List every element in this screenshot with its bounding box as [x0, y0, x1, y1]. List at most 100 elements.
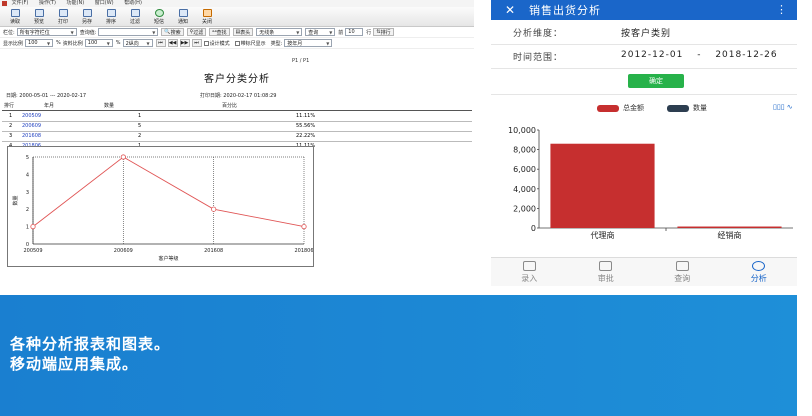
y-tick-label: 6,000 — [513, 165, 536, 174]
data-scale-select[interactable]: 100 ▼ — [84, 39, 113, 47]
tab-entry[interactable]: 录入 — [491, 258, 568, 286]
range-separator: - — [697, 50, 702, 60]
y-tick-label: 3 — [26, 190, 29, 196]
tab-approve[interactable]: 审批 — [568, 258, 645, 286]
next-page-button[interactable]: ▶▶ — [179, 39, 190, 47]
display-row: 显示比例 100 ▼ % 资料比例 100 ▼ % 2纵向 ▼ ⏮ ◀◀ ▶▶ ⏭ 设… — [0, 38, 474, 49]
legend-swatch — [597, 104, 619, 112]
query-input[interactable]: ▼ — [98, 28, 159, 36]
screenshot-root: 文件(F) 操作(T) 功能(N) 窗口(W) 帮助(H) 读取 预览 打印 另… — [0, 0, 812, 416]
search-icon — [752, 260, 766, 271]
y-tick-label: 2 — [26, 207, 29, 213]
y-tick-label: 5 — [26, 155, 29, 161]
search-button[interactable]: 🔍 搜索 — [161, 28, 184, 36]
legend-item-total[interactable]: 总金额 — [597, 103, 644, 113]
x-axis-label: 客户等级 — [158, 255, 178, 262]
sort-button[interactable]: 排序 — [99, 7, 123, 27]
save-as-button[interactable]: 另存 — [75, 7, 99, 27]
bar-chart: 0 2,000 4,000 6,000 8,000 10,000 代理商 经销商 — [508, 126, 793, 240]
tab-query[interactable]: 查询 — [644, 258, 721, 286]
chevron-down-icon: ▼ — [152, 29, 156, 35]
filter-button[interactable]: 过滤 — [123, 7, 147, 27]
rank-button[interactable]: ⇅ 排行 — [373, 28, 394, 36]
sms-button[interactable]: 短信 — [147, 7, 171, 27]
chevron-down-icon: ▼ — [296, 29, 300, 35]
data-scale-label: 资料比例 — [62, 40, 83, 47]
scale-select[interactable]: 100 ▼ — [25, 39, 54, 47]
document-icon — [675, 260, 689, 271]
find-button[interactable]: ⚯ 查找 — [209, 28, 230, 36]
menu-bar: 文件(F) 操作(T) 功能(N) 窗口(W) 帮助(H) — [0, 0, 474, 7]
orientation-select[interactable]: 2纵向 ▼ — [122, 39, 153, 47]
y-tick-label: 10,000 — [508, 126, 536, 135]
menu-file[interactable]: 文件(F) — [12, 0, 29, 6]
read-icon — [10, 9, 20, 17]
print-button[interactable]: 打印 — [51, 7, 75, 27]
mobile-title: 销售出货分析 — [529, 4, 601, 17]
tab-analysis[interactable]: 分析 — [721, 258, 798, 286]
menu-function[interactable]: 功能(N) — [67, 0, 85, 6]
menu-operate[interactable]: 操作(T) — [39, 0, 56, 6]
chevron-down-icon: ▼ — [329, 29, 333, 35]
type-select[interactable]: 按年月 ▼ — [284, 39, 333, 47]
mobile-header: ✕ 销售出货分析 ⋮ — [491, 0, 797, 20]
chevron-down-icon: ▼ — [46, 40, 51, 46]
y-tick-label: 2,000 — [513, 204, 536, 213]
chart-type-toggle-icon[interactable]: ▯▯▯ ∿ — [773, 103, 793, 111]
table-row[interactable]: 3 201608 2 22.22% — [0, 132, 474, 141]
date-to: 2020-02-17 — [56, 93, 87, 99]
top-n-label: 前 — [338, 29, 344, 36]
header-divider — [2, 110, 472, 111]
close-button[interactable]: 关闭 — [195, 7, 219, 27]
legend-label: 总金额 — [623, 104, 644, 112]
data-scale-percent: % — [115, 40, 121, 46]
filter-row: 栏位: 所有字符栏位 ▼ 查询值: ▼ 🔍 搜索 ⚲ 过滤 ⚯ 查找 ▤ 表头 无线条 ▼ … — [0, 27, 474, 38]
print-date: 打印日期: 2020-02-17 01:08:29 — [200, 92, 276, 99]
app-logo-icon — [2, 1, 7, 6]
notify-button[interactable]: 通知 — [171, 7, 195, 27]
table-row[interactable]: 1 200509 1 11.11% — [0, 112, 474, 121]
bar-总金额 — [550, 143, 655, 228]
top-n-input[interactable]: 10 — [345, 28, 364, 36]
read-button[interactable]: 读取 — [3, 7, 27, 27]
first-page-button[interactable]: ⏮ — [155, 39, 166, 47]
data-point — [301, 224, 307, 230]
range-value[interactable]: 2012-12-01 - 2018-12-26 — [621, 50, 778, 60]
y-tick-label: 4 — [26, 172, 29, 178]
bar-总金额 — [677, 226, 782, 228]
user-icon — [599, 260, 613, 271]
y-tick-label: 1 — [26, 225, 29, 231]
ruler-label: 带标尺显示 — [240, 40, 266, 47]
close-icon[interactable]: ✕ — [499, 0, 521, 20]
ruler-checkbox[interactable] — [234, 40, 240, 46]
edit-icon — [522, 260, 536, 271]
type-label: 类型: — [270, 40, 283, 47]
chevron-down-icon: ▼ — [106, 40, 110, 46]
confirm-button[interactable]: 确定 — [628, 74, 684, 88]
prev-page-button[interactable]: ◀◀ — [167, 39, 178, 47]
date-label: 日期: — [6, 93, 18, 99]
query-mode-select[interactable]: 查询 ▼ — [305, 28, 336, 36]
dimension-label: 分析维度： — [513, 29, 564, 39]
legend-item-count[interactable]: 数量 — [667, 103, 707, 113]
more-menu-icon[interactable]: ⋮ — [776, 0, 787, 20]
header-button[interactable]: ▤ 表头 — [232, 28, 254, 36]
menu-window[interactable]: 窗口(W) — [95, 0, 114, 6]
date-separator: --- — [49, 93, 56, 99]
x-tick-label: 201608 — [204, 248, 223, 254]
filter-apply-button[interactable]: ⚲ 过滤 — [186, 28, 207, 36]
chevron-down-icon: ▼ — [146, 40, 150, 46]
header-year-month: 年月 — [44, 103, 55, 109]
last-page-button[interactable]: ⏭ — [191, 39, 202, 47]
dimension-value[interactable]: 按客户类别 — [621, 26, 671, 39]
range-to[interactable]: 2018-12-26 — [715, 50, 777, 60]
table-row[interactable]: 2 200609 5 55.56% — [0, 122, 474, 131]
field-select[interactable]: 所有字符栏位 ▼ — [16, 28, 77, 36]
preview-button[interactable]: 预览 — [27, 7, 51, 27]
line-style-select[interactable]: 无线条 ▼ — [256, 28, 303, 36]
mobile-app-screen: ✕ 销售出货分析 ⋮ 分析维度： 按客户类别 时间范围： 2012-12-01 … — [491, 0, 797, 286]
x-tick-label: 200509 — [23, 248, 42, 254]
design-mode-checkbox[interactable] — [203, 40, 209, 46]
range-from[interactable]: 2012-12-01 — [621, 50, 683, 60]
menu-help[interactable]: 帮助(H) — [124, 0, 142, 6]
